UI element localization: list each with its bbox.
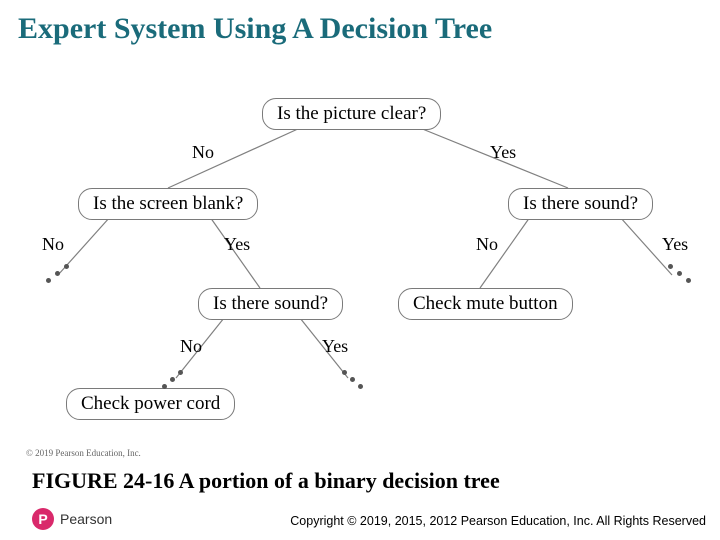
node-sound-left: Is there sound? [198, 288, 343, 320]
page-title: Expert System Using A Decision Tree [18, 12, 492, 46]
ellipsis-dot [677, 271, 682, 276]
node-blank: Is the screen blank? [78, 188, 258, 220]
ellipsis-dot [350, 377, 355, 382]
source-credit: © 2019 Pearson Education, Inc. [26, 448, 141, 458]
branch-label-no: No [192, 142, 214, 163]
brand-text: Pearson [60, 511, 112, 527]
ellipsis-dot [55, 271, 60, 276]
branch-label-yes: Yes [322, 336, 348, 357]
ellipsis-dot [162, 384, 167, 389]
copyright-footer: Copyright © 2019, 2015, 2012 Pearson Edu… [290, 514, 706, 528]
ellipsis-dot [170, 377, 175, 382]
branch-label-no: No [476, 234, 498, 255]
ellipsis-dot [668, 264, 673, 269]
pearson-logo: P Pearson [32, 508, 112, 530]
ellipsis-dot [686, 278, 691, 283]
tree-connectors [0, 0, 720, 540]
node-power: Check power cord [66, 388, 235, 420]
branch-label-yes: Yes [490, 142, 516, 163]
node-sound-right: Is there sound? [508, 188, 653, 220]
ellipsis-dot [46, 278, 51, 283]
ellipsis-dot [64, 264, 69, 269]
ellipsis-dot [358, 384, 363, 389]
ellipsis-dot [178, 370, 183, 375]
branch-label-yes: Yes [224, 234, 250, 255]
branch-label-no: No [42, 234, 64, 255]
node-root: Is the picture clear? [262, 98, 441, 130]
branch-label-no: No [180, 336, 202, 357]
node-mute: Check mute button [398, 288, 573, 320]
branch-label-yes: Yes [662, 234, 688, 255]
pearson-icon: P [32, 508, 54, 530]
ellipsis-dot [342, 370, 347, 375]
figure-caption: FIGURE 24-16 A portion of a binary decis… [32, 468, 500, 494]
